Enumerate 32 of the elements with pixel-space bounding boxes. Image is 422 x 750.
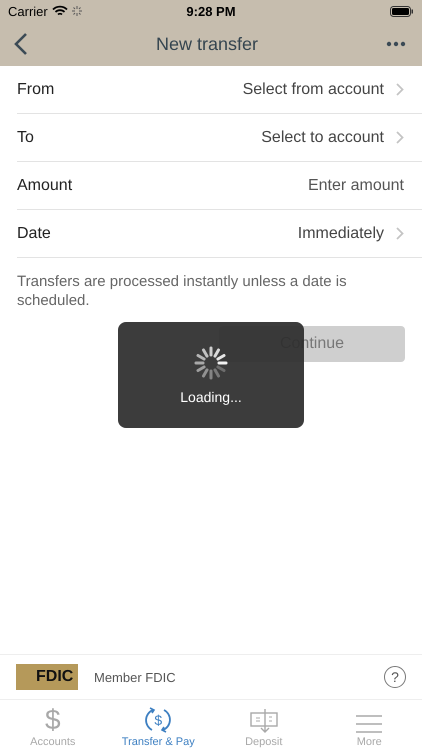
form-row[interactable]: Amount Enter amount bbox=[17, 162, 422, 210]
chevron-icon bbox=[396, 83, 404, 96]
spinner-icon bbox=[193, 345, 229, 381]
loading-text: Loading... bbox=[180, 389, 242, 405]
activity-spinner-icon bbox=[72, 6, 82, 16]
back-icon[interactable] bbox=[14, 32, 28, 56]
dollar-icon: $ bbox=[44, 706, 61, 734]
tab-bar-item[interactable]: $ Transfer & Pay bbox=[106, 700, 211, 750]
carrier-label: Carrier bbox=[8, 4, 48, 18]
screen-title: New transfer bbox=[156, 34, 258, 54]
row-label: Date bbox=[17, 224, 52, 242]
row-label: Amount bbox=[17, 176, 74, 194]
row-label: To bbox=[17, 128, 35, 146]
row-label: From bbox=[17, 80, 56, 98]
chevron-icon bbox=[396, 227, 404, 240]
row-value: Immediately bbox=[298, 224, 384, 242]
fdic-logo: FDIC bbox=[16, 664, 78, 690]
help-button[interactable]: ? bbox=[384, 666, 406, 688]
form-row[interactable]: To Select to account bbox=[17, 114, 422, 162]
clock-time: 9:28 PM bbox=[185, 4, 237, 18]
menu-icon bbox=[356, 714, 382, 734]
battery-icon bbox=[390, 6, 414, 16]
member-text: Member FDIC bbox=[94, 670, 177, 684]
chevron-icon bbox=[396, 131, 404, 144]
wifi-icon bbox=[52, 5, 68, 17]
row-value: Select from account bbox=[242, 80, 384, 98]
row-value: Select to account bbox=[261, 128, 384, 146]
more-options-icon[interactable] bbox=[386, 41, 406, 47]
check-deposit-icon bbox=[250, 708, 278, 734]
info-note: Transfers are processed instantly unless a date is scheduled. bbox=[17, 272, 348, 310]
form-row[interactable]: Date Immediately bbox=[17, 210, 422, 258]
form-row[interactable]: From Select from account bbox=[17, 66, 422, 114]
